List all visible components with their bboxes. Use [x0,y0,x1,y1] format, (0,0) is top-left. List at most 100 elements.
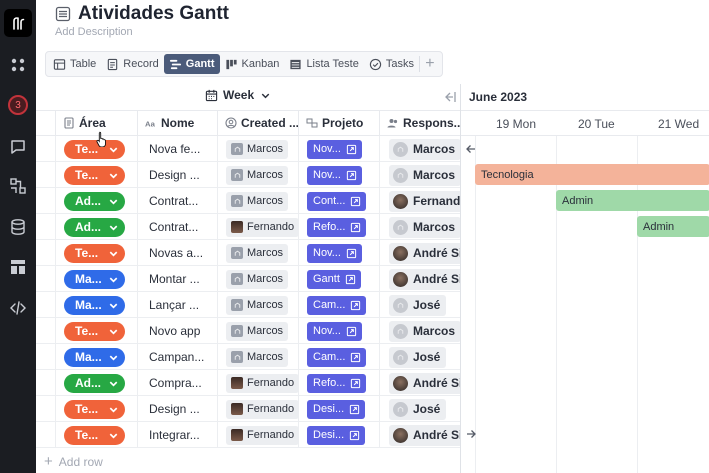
projeto-cell[interactable]: Refo... [299,370,380,396]
page-title[interactable]: Atividades Gantt [78,3,229,25]
table-row[interactable]: Te... Novas a... Marcos Nov... André Sil [36,240,460,266]
responsavel-cell[interactable]: Marcos [380,136,460,162]
tab-kanban[interactable]: Kanban [220,54,285,74]
gantt-bar-admin[interactable]: Admin [556,190,709,211]
table-row[interactable]: Te... Novo app Marcos Nov... Marcos [36,318,460,344]
table-row[interactable]: Ad... Contrat... Fernando Refo... Marcos [36,214,460,240]
user-chip[interactable]: Fernando [226,217,298,237]
area-select-pill[interactable]: Ma... [64,269,125,289]
projeto-cell[interactable]: Desi... [299,422,380,448]
collapse-panel-icon[interactable] [441,89,457,105]
description-placeholder[interactable]: Add Description [55,26,133,38]
tab-table[interactable]: Table [48,54,101,74]
created-by-cell[interactable]: Fernando [218,396,299,422]
linked-record-chip[interactable]: Nov... [307,243,362,263]
notifications-button[interactable]: 3 [0,92,36,118]
nome-cell[interactable]: Compra... [138,370,218,396]
area-cell[interactable]: Ad... [56,214,138,240]
nome-cell[interactable]: Design ... [138,162,218,188]
user-chip[interactable]: Marcos [226,347,289,367]
user-chip[interactable]: Marcos [389,320,460,342]
nome-cell[interactable]: Lançar ... [138,292,218,318]
area-select-pill[interactable]: Te... [64,399,125,419]
responsavel-cell[interactable]: José [380,344,460,370]
created-by-cell[interactable]: Marcos [218,240,299,266]
projeto-cell[interactable]: Cam... [299,344,380,370]
area-select-pill[interactable]: Te... [64,425,125,445]
linked-record-chip[interactable]: Cont... [307,191,367,211]
column-header-responsavel[interactable]: Respons... [380,110,460,136]
projeto-cell[interactable]: Gantt [299,266,380,292]
tab-tasks[interactable]: Tasks [364,54,419,74]
user-chip[interactable]: Fernando [389,190,460,212]
responsavel-cell[interactable]: André Sil [380,266,460,292]
layout-icon[interactable] [0,254,36,280]
user-chip[interactable]: Marcos [226,295,289,315]
created-by-cell[interactable]: Marcos [218,162,299,188]
projeto-cell[interactable]: Nov... [299,318,380,344]
table-row[interactable]: Te... Design ... Fernando Desi... José [36,396,460,422]
projeto-cell[interactable]: Refo... [299,214,380,240]
user-chip[interactable]: Marcos [226,191,289,211]
nome-cell[interactable]: Contrat... [138,188,218,214]
workflow-icon[interactable] [0,173,36,199]
nome-cell[interactable]: Novas a... [138,240,218,266]
area-cell[interactable]: Te... [56,162,138,188]
nome-cell[interactable]: Montar ... [138,266,218,292]
area-cell[interactable]: Ad... [56,370,138,396]
projeto-cell[interactable]: Desi... [299,396,380,422]
area-select-pill[interactable]: Ad... [64,191,125,211]
column-header-projeto[interactable]: Projeto [299,110,380,136]
table-row[interactable]: Ma... Montar ... Marcos Gantt André Sil [36,266,460,292]
projeto-cell[interactable]: Cont... [299,188,380,214]
linked-record-chip[interactable]: Nov... [307,139,362,159]
linked-record-chip[interactable]: Gantt [307,269,361,289]
nome-cell[interactable]: Novo app [138,318,218,344]
user-chip[interactable]: José [389,398,447,420]
arrow-left-icon[interactable] [465,143,477,155]
user-chip[interactable]: Marcos [389,164,460,186]
responsavel-cell[interactable]: José [380,396,460,422]
created-by-cell[interactable]: Fernando [218,370,299,396]
responsavel-cell[interactable]: Marcos [380,214,460,240]
area-select-pill[interactable]: Ma... [64,347,125,367]
responsavel-cell[interactable]: André Sil [380,240,460,266]
user-chip[interactable]: André Sil [389,372,460,394]
responsavel-cell[interactable]: André Sil [380,422,460,448]
arrow-right-icon[interactable] [465,428,477,440]
user-chip[interactable]: Marcos [226,165,289,185]
user-chip[interactable]: Fernando [226,425,298,445]
created-by-cell[interactable]: Marcos [218,344,299,370]
projeto-cell[interactable]: Nov... [299,136,380,162]
area-select-pill[interactable]: Ma... [64,295,125,315]
created-by-cell[interactable]: Fernando [218,214,299,240]
user-chip[interactable]: André Sil [389,268,460,290]
area-cell[interactable]: Ad... [56,188,138,214]
linked-record-chip[interactable]: Desi... [307,399,366,419]
table-row[interactable]: Te... Integrar... Fernando Desi... André Sil [36,422,460,448]
created-by-cell[interactable]: Marcos [218,188,299,214]
projeto-cell[interactable]: Cam... [299,292,380,318]
database-icon[interactable] [0,214,36,240]
created-by-cell[interactable]: Marcos [218,292,299,318]
gantt-bar-admin[interactable]: Admin [637,216,709,237]
responsavel-cell[interactable]: José [380,292,460,318]
created-by-cell[interactable]: Fernando [218,422,299,448]
area-select-pill[interactable]: Ad... [64,373,125,393]
area-cell[interactable]: Te... [56,240,138,266]
area-select-pill[interactable]: Te... [64,139,125,159]
user-chip[interactable]: Marcos [226,139,289,159]
created-by-cell[interactable]: Marcos [218,318,299,344]
user-chip[interactable]: Marcos [389,138,460,160]
column-header-created[interactable]: Created ... [218,110,299,136]
area-cell[interactable]: Te... [56,396,138,422]
linked-record-chip[interactable]: Desi... [307,425,366,445]
user-chip[interactable]: Marcos [389,216,460,238]
area-cell[interactable]: Te... [56,318,138,344]
chat-icon[interactable] [0,134,36,160]
area-select-pill[interactable]: Te... [64,321,125,341]
linked-record-chip[interactable]: Cam... [307,347,367,367]
logo[interactable] [0,8,36,38]
area-select-pill[interactable]: Te... [64,243,125,263]
user-chip[interactable]: José [389,346,447,368]
